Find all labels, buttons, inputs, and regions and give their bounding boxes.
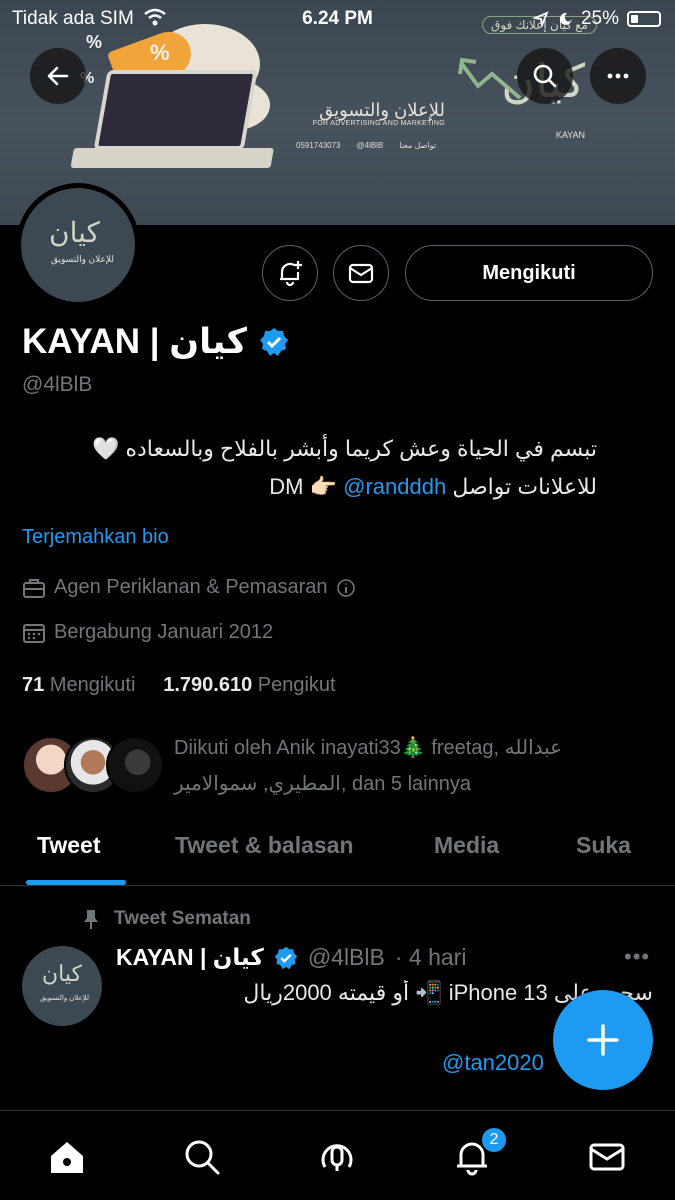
followed-by-line-1: Diikuti oleh Anik inayati33🎄 freetag, عب…: [174, 737, 563, 759]
search-button[interactable]: [517, 48, 573, 104]
tweet-mention-link[interactable]: @tan2020: [442, 1050, 544, 1076]
battery-icon: [627, 11, 661, 27]
followed-by-line-2: المطيري, سموالامير, dan 5 lainnya: [174, 773, 471, 795]
follower-avatar: [106, 736, 164, 794]
more-options-button[interactable]: [590, 48, 646, 104]
bell-plus-icon: [280, 261, 302, 287]
followers-link[interactable]: 1.790.610 Pengikut: [163, 674, 335, 696]
brand-arabic-tagline: للإعلان والتسويق: [319, 100, 445, 120]
following-link[interactable]: 71 Mengikuti: [22, 674, 135, 696]
tweet-avatar-tagline: للإعلان والتسويق: [40, 995, 89, 1002]
profile-tabs: Tweet Tweet & balasan Media Suka: [0, 818, 675, 886]
status-right: 25%: [532, 8, 661, 30]
tab-media[interactable]: Media: [434, 832, 499, 859]
active-tab-indicator: [26, 880, 126, 885]
avatar-tagline: للإعلان والتسويق: [51, 254, 114, 264]
nav-search[interactable]: [180, 1135, 224, 1179]
calendar-icon: [23, 623, 45, 643]
nav-messages[interactable]: [585, 1135, 629, 1179]
profile-joined: Bergabung Januari 2012: [22, 621, 273, 644]
tab-tweets-replies[interactable]: Tweet & balasan: [175, 832, 354, 859]
nav-home[interactable]: [45, 1135, 89, 1179]
followed-by-row[interactable]: Diikuti oleh Anik inayati33🎄 freetag, عب…: [22, 730, 642, 800]
tweet-avatar-logo: كيان: [42, 962, 82, 987]
profile-bio: تبسم في الحياة وعش كريما وأبشر بالفلاح و…: [17, 430, 597, 506]
tweet-author-name[interactable]: KAYAN | كيان: [116, 944, 264, 971]
message-button[interactable]: [333, 245, 389, 301]
location-icon: [532, 11, 549, 27]
bio-line-1: تبسم في الحياة وعش كريما وأبشر بالفلاح و…: [91, 436, 597, 461]
profile-avatar[interactable]: كيان للإعلان والتسويق: [16, 183, 140, 307]
verified-badge-icon: [259, 328, 288, 356]
status-bar: Tidak ada SIM 6.24 PM 25%: [0, 0, 675, 38]
compose-tweet-button[interactable]: [553, 990, 653, 1090]
follow-counts: 71 Mengikuti 1.790.610 Pengikut: [22, 674, 336, 697]
brand-english-name: KAYAN: [555, 130, 585, 140]
back-button[interactable]: [30, 48, 86, 104]
bio-mention-link[interactable]: @randddh: [343, 474, 446, 499]
banner-phone: 0591743073: [296, 141, 341, 150]
plus-icon: [587, 1024, 619, 1056]
home-icon: [51, 1142, 83, 1173]
avatar-logo: كيان: [49, 216, 100, 249]
notifications-badge: 2: [480, 1126, 508, 1154]
envelope-icon: [348, 263, 374, 284]
category-text: Agen Periklanan & Pemasaran: [54, 576, 328, 598]
bottom-navigation: [0, 1110, 675, 1200]
more-horizontal-icon: [607, 73, 629, 79]
profile-name: KAYAN | كيان: [22, 322, 289, 362]
joined-text: Bergabung Januari 2012: [54, 621, 274, 643]
banner-contact: 0591743073 @4lBlB تواصل معنا: [296, 141, 436, 150]
followed-by-text: Diikuti oleh Anik inayati33🎄 freetag, عب…: [174, 730, 644, 802]
search-icon: [533, 64, 557, 88]
spaces-icon: [321, 1144, 353, 1171]
banner-laptop: [68, 70, 287, 180]
tweet-author-handle: @4lBlB: [307, 944, 385, 970]
tweet-more-button[interactable]: •••: [624, 944, 650, 970]
verified-badge-icon: [274, 946, 298, 969]
arrow-left-icon: [47, 66, 69, 86]
banner-percent: %: [150, 40, 170, 65]
brand-english-tagline: FOR ADVERTISING AND MARKETING: [312, 120, 445, 127]
translate-bio-link[interactable]: Terjemahkan bio: [22, 526, 169, 549]
bio-line-2: للاعلانات تواصل DM 👉🏻 @randddh: [17, 468, 597, 506]
info-icon[interactable]: [336, 578, 356, 598]
profile-handle: @4lBlB: [22, 373, 93, 396]
tweet-time: · 4 hari: [394, 944, 467, 970]
following-button[interactable]: Mengikuti: [405, 245, 653, 301]
tab-tweets[interactable]: Tweet: [37, 832, 100, 859]
pin-icon: [84, 910, 98, 929]
battery-percent: 25%: [580, 8, 619, 29]
moon-icon: [559, 12, 571, 25]
search-icon: [185, 1140, 220, 1175]
profile-category: Agen Periklanan & Pemasaran: [22, 576, 356, 599]
banner-contact-label: تواصل معنا: [399, 141, 436, 150]
envelope-icon: [589, 1143, 625, 1171]
tab-likes[interactable]: Suka: [576, 832, 631, 859]
nav-spaces[interactable]: [315, 1135, 359, 1179]
profile-name-text: KAYAN | كيان: [22, 322, 247, 361]
banner-twitter: @4lBlB: [356, 141, 384, 150]
pinned-label-text: Tweet Sematan: [114, 908, 251, 929]
tweet-author-avatar[interactable]: كيان للإعلان والتسويق: [22, 946, 102, 1026]
pinned-label: Tweet Sematan: [82, 908, 251, 930]
notify-button[interactable]: [262, 245, 318, 301]
briefcase-icon: [23, 578, 45, 598]
tweet-header: KAYAN | كيان @4lBlB · 4 hari: [116, 944, 466, 971]
